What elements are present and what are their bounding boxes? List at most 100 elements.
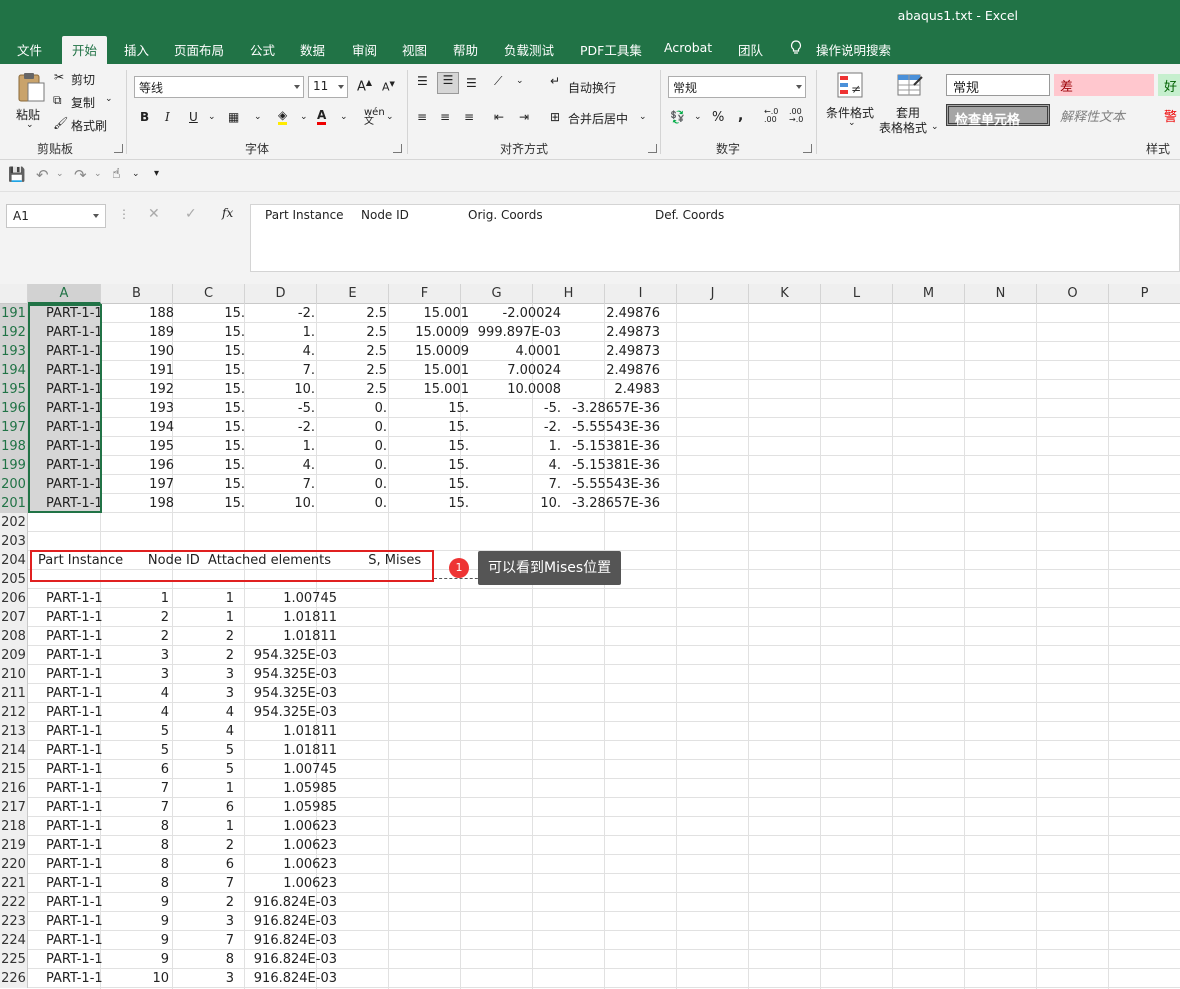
column-header[interactable]: H (533, 284, 605, 304)
format-table-icon[interactable] (894, 70, 926, 100)
worksheet-grid[interactable]: A B C D E F G H I J K L M N O P 191 PART-… (0, 284, 1180, 989)
table-cell[interactable]: 15.0009 (389, 342, 469, 361)
table-cell[interactable]: 194 (101, 418, 174, 437)
table-cell[interactable]: 5 (173, 760, 234, 779)
table-cell[interactable]: 15.001 (389, 361, 470, 380)
table-cell[interactable]: 1. (245, 323, 315, 342)
row-header[interactable]: 203 (0, 532, 28, 551)
table-cell[interactable]: 1.00623 (245, 836, 337, 855)
table-cell[interactable]: 15.0009 (389, 323, 469, 342)
chevron-down-icon[interactable]: ⌄ (208, 112, 216, 122)
column-header[interactable]: M (893, 284, 965, 304)
table-cell[interactable]: 191 (101, 361, 174, 380)
table-cell[interactable]: 190 (101, 342, 174, 361)
table-cell[interactable]: 15. (173, 399, 245, 418)
row-header[interactable]: 194 (0, 361, 28, 380)
shrink-font-icon[interactable]: A▼ (382, 80, 395, 94)
table-cell[interactable]: -3.28657E-36 (533, 399, 660, 418)
table-cell[interactable]: 8 (101, 855, 169, 874)
table-cell[interactable]: 4 (173, 722, 234, 741)
row-header[interactable]: 198 (0, 437, 28, 456)
align-top-icon[interactable]: ☰ (417, 74, 428, 88)
tab-pdf-tools[interactable]: PDF工具集 (580, 40, 642, 59)
table-cell[interactable]: 197 (101, 475, 174, 494)
underline-button[interactable]: U (189, 110, 198, 124)
chevron-down-icon[interactable]: ⌄ (26, 120, 34, 130)
row-header[interactable]: 197 (0, 418, 28, 437)
cut-button[interactable]: 剪切 (71, 71, 95, 88)
format-table-button-line2[interactable]: 表格格式 (879, 119, 927, 136)
tab-view[interactable]: 视图 (402, 40, 427, 59)
row-header[interactable]: 216 (0, 779, 28, 798)
undo-icon[interactable]: ↶ (36, 166, 49, 184)
table-cell[interactable]: 2.49876 (533, 304, 660, 323)
table-cell[interactable]: 10. (245, 380, 315, 399)
chevron-down-icon[interactable]: ⌄ (639, 112, 647, 122)
row-header[interactable]: 211 (0, 684, 28, 703)
table-cell[interactable]: 4 (101, 684, 169, 703)
merge-icon[interactable]: ⊞ (550, 110, 560, 124)
table-cell[interactable]: PART-1-1 (46, 817, 103, 836)
chevron-down-icon[interactable]: ⌄ (300, 112, 308, 122)
table-cell[interactable]: 6 (101, 760, 169, 779)
table-cell[interactable]: 9 (101, 950, 169, 969)
table-cell[interactable]: 1.00623 (245, 817, 337, 836)
table-cell[interactable]: PART-1-1 (46, 361, 103, 380)
enter-icon[interactable]: ✓ (185, 206, 197, 222)
table-cell[interactable]: PART-1-1 (46, 855, 103, 874)
table-cell[interactable]: 954.325E-03 (245, 684, 337, 703)
tab-help[interactable]: 帮助 (453, 40, 478, 59)
row-header[interactable]: 193 (0, 342, 28, 361)
format-painter-button[interactable]: 格式刷 (71, 117, 107, 134)
row-header[interactable]: 196 (0, 399, 28, 418)
column-header[interactable]: C (173, 284, 245, 304)
chevron-down-icon[interactable]: ⌄ (94, 169, 102, 179)
table-cell[interactable]: 2.49873 (533, 342, 660, 361)
column-header[interactable]: D (245, 284, 317, 304)
column-header[interactable]: L (821, 284, 893, 304)
table-cell[interactable]: 1 (101, 589, 169, 608)
table-cell[interactable]: 0. (317, 494, 387, 513)
chevron-down-icon[interactable]: ⌄ (56, 169, 64, 179)
decrease-indent-icon[interactable]: ⇤ (494, 110, 504, 124)
table-cell[interactable]: 3 (173, 665, 234, 684)
table-cell[interactable]: 1 (173, 608, 234, 627)
table-cell[interactable]: PART-1-1 (46, 323, 103, 342)
dialog-launcher-icon[interactable] (114, 144, 123, 153)
lightbulb-icon[interactable] (790, 40, 802, 58)
table-cell[interactable]: 2 (173, 893, 234, 912)
tab-formulas[interactable]: 公式 (250, 40, 275, 59)
table-cell[interactable]: 10. (245, 494, 315, 513)
column-header[interactable]: I (605, 284, 677, 304)
table-cell[interactable]: PART-1-1 (46, 931, 103, 950)
table-cell[interactable]: 3 (101, 646, 169, 665)
table-cell[interactable]: 916.824E-03 (245, 931, 337, 950)
table-cell[interactable]: 2.5 (317, 304, 387, 323)
row-header[interactable]: 192 (0, 323, 28, 342)
align-left-icon[interactable]: ≡ (417, 110, 427, 124)
table-cell[interactable]: PART-1-1 (46, 418, 103, 437)
table-cell[interactable]: 1 (173, 817, 234, 836)
chevron-down-icon[interactable]: ⌄ (931, 122, 939, 132)
table-cell[interactable]: 2 (173, 836, 234, 855)
table-cell[interactable]: 1.00623 (245, 855, 337, 874)
fill-color-icon[interactable]: ◈ (278, 108, 288, 125)
save-icon[interactable]: 💾 (8, 167, 25, 183)
table-cell[interactable]: 1. (245, 437, 315, 456)
table-cell[interactable]: 5 (173, 741, 234, 760)
phonetic-icon[interactable]: wén 文 (364, 108, 385, 127)
table-cell[interactable]: 4. (245, 342, 315, 361)
table-cell[interactable]: 1 (173, 779, 234, 798)
number-format-select[interactable]: 常规 (668, 76, 806, 98)
table-cell[interactable]: 9 (101, 931, 169, 950)
table-cell[interactable]: 192 (101, 380, 174, 399)
cancel-icon[interactable]: ✕ (148, 206, 160, 222)
table-cell[interactable]: 15. (173, 494, 245, 513)
increase-decimal-icon[interactable]: ←.0.00 (764, 108, 778, 124)
row-header[interactable]: 191 (0, 304, 28, 323)
row-header[interactable]: 218 (0, 817, 28, 836)
table-cell[interactable]: 8 (173, 950, 234, 969)
table-cell[interactable]: 7. (245, 475, 315, 494)
italic-button[interactable]: I (165, 110, 170, 124)
wrap-text-button[interactable]: 自动换行 (568, 79, 616, 96)
